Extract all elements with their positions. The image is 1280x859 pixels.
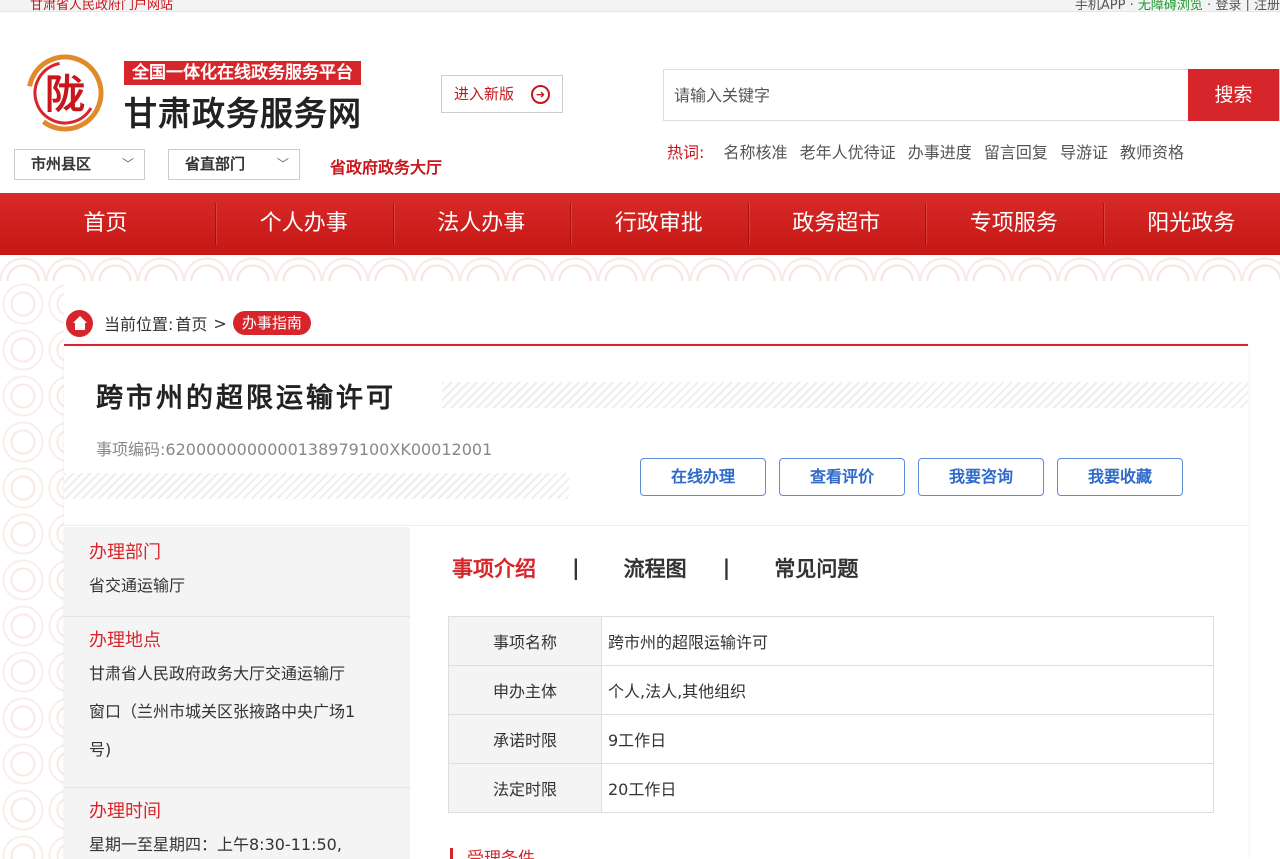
consult-button[interactable]: 我要咨询 bbox=[918, 458, 1044, 496]
government-hall-link[interactable]: 省政府政务大厅 bbox=[330, 154, 442, 178]
view-reviews-button[interactable]: 查看评价 bbox=[779, 458, 905, 496]
portal-link[interactable]: 甘肃省人民政府门户网站 bbox=[30, 0, 173, 11]
breadcrumb: 当前位置: 首页 > 办事指南 bbox=[66, 309, 311, 337]
breadcrumb-home[interactable]: 首页 bbox=[175, 311, 207, 335]
item-actions: 在线办理 查看评价 我要咨询 我要收藏 bbox=[640, 458, 1183, 496]
search-button[interactable]: 搜索 bbox=[1188, 69, 1279, 121]
register-link[interactable]: 注册 bbox=[1254, 0, 1280, 11]
breadcrumb-prefix: 当前位置: bbox=[104, 315, 174, 334]
site-name[interactable]: 甘肃政务服务网 bbox=[124, 87, 362, 135]
hotword-link[interactable]: 名称核准 bbox=[724, 143, 788, 162]
service-guide-card: 跨市州的超限运输许可 事项编码:6200000000000138979100XK… bbox=[64, 344, 1248, 859]
table-value: 9工作日 bbox=[601, 714, 1214, 764]
tab-flowchart[interactable]: 流程图 bbox=[624, 553, 687, 583]
detail-tabs: 事项介绍 | 流程图 | 常见问题 bbox=[452, 553, 858, 583]
nav-gov-supermarket[interactable]: 政务超市 bbox=[747, 193, 926, 255]
hotword-link[interactable]: 老年人优待证 bbox=[800, 143, 896, 162]
nav-admin-approval[interactable]: 行政审批 bbox=[570, 193, 748, 255]
place-block: 办理地点 甘肃省人民政府政务大厅交通运输厅 窗口（兰州市城关区张掖路中央广场1 … bbox=[64, 617, 410, 788]
tab-introduction[interactable]: 事项介绍 bbox=[452, 553, 536, 583]
table-key: 申办主体 bbox=[448, 665, 602, 715]
nav-special-services[interactable]: 专项服务 bbox=[925, 193, 1103, 255]
city-county-label: 市州县区 bbox=[31, 155, 92, 173]
favorite-button[interactable]: 我要收藏 bbox=[1057, 458, 1183, 496]
table-value: 20工作日 bbox=[601, 763, 1214, 813]
provincial-dept-dropdown[interactable]: 省直部门 ﹀ bbox=[168, 149, 300, 180]
city-county-dropdown[interactable]: 市州县区 ﹀ bbox=[14, 149, 145, 180]
dept-value: 省交通运输厅 bbox=[89, 576, 186, 595]
breadcrumb-current: 办事指南 bbox=[232, 311, 311, 335]
item-sidebar: 办理部门 省交通运输厅 办理地点 甘肃省人民政府政务大厅交通运输厅 窗口（兰州市… bbox=[64, 527, 410, 859]
login-link[interactable]: 登录 bbox=[1215, 0, 1241, 11]
nav-home[interactable]: 首页 bbox=[0, 193, 215, 255]
item-title: 跨市州的超限运输许可 bbox=[96, 376, 410, 415]
item-header: 跨市州的超限运输许可 事项编码:6200000000000138979100XK… bbox=[64, 346, 1248, 526]
new-version-label: 进入新版 bbox=[454, 85, 515, 103]
new-version-button[interactable]: 进入新版 ➜ bbox=[441, 75, 563, 113]
tab-separator: | bbox=[572, 556, 580, 580]
time-block: 办理时间 星期一至星期四：上午8:30-11:50, bbox=[64, 788, 410, 859]
decorative-hatch bbox=[442, 382, 1248, 408]
svg-text:陇: 陇 bbox=[45, 71, 85, 118]
table-row: 承诺时限 9工作日 bbox=[448, 714, 1214, 764]
dept-label: 办理部门 bbox=[89, 542, 161, 563]
search-input[interactable] bbox=[664, 70, 1190, 120]
hotwords-label: 热词: bbox=[667, 143, 705, 162]
tab-faq[interactable]: 常见问题 bbox=[774, 553, 858, 583]
provincial-dept-label: 省直部门 bbox=[185, 155, 246, 173]
item-code-value: 6200000000000138979100XK00012001 bbox=[165, 440, 493, 459]
table-value: 个人,法人,其他组织 bbox=[601, 665, 1214, 715]
time-value: 星期一至星期四：上午8:30-11:50, bbox=[89, 835, 342, 854]
hotword-link[interactable]: 办事进度 bbox=[908, 143, 972, 162]
place-label: 办理地点 bbox=[89, 630, 161, 651]
table-key: 法定时限 bbox=[448, 763, 602, 813]
table-row: 申办主体 个人,法人,其他组织 bbox=[448, 665, 1214, 715]
place-line: 号) bbox=[89, 740, 112, 759]
platform-tag: 全国一体化在线政务服务平台 bbox=[124, 61, 361, 85]
table-row: 事项名称 跨市州的超限运输许可 bbox=[448, 616, 1214, 666]
gansu-seal-logo-icon[interactable]: 陇 bbox=[24, 52, 106, 134]
table-key: 事项名称 bbox=[448, 616, 602, 666]
search-box: 搜索 bbox=[663, 69, 1280, 121]
item-code: 事项编码:6200000000000138979100XK00012001 bbox=[96, 436, 492, 460]
chevron-down-icon: ﹀ bbox=[276, 157, 289, 171]
nav-legal-person[interactable]: 法人办事 bbox=[392, 193, 571, 255]
dept-block: 办理部门 省交通运输厅 bbox=[64, 539, 410, 617]
accessibility-link[interactable]: 无障碍浏览 bbox=[1138, 0, 1203, 11]
nav-personal[interactable]: 个人办事 bbox=[215, 193, 393, 255]
top-utility-bar: 甘肃省人民政府门户网站 手机APP · 无障碍浏览 · 登录 | 注册 bbox=[0, 0, 1280, 12]
main-nav: 首页 个人办事 法人办事 行政审批 政务超市 专项服务 阳光政务 bbox=[0, 193, 1280, 255]
app-link[interactable]: 手机APP bbox=[1075, 0, 1126, 11]
table-value: 跨市州的超限运输许可 bbox=[601, 616, 1214, 666]
hotword-link[interactable]: 导游证 bbox=[1060, 143, 1108, 162]
breadcrumb-arrow: > bbox=[213, 313, 227, 333]
hotword-link[interactable]: 教师资格 bbox=[1120, 143, 1184, 162]
place-line: 窗口（兰州市城关区张掖路中央广场1 bbox=[89, 702, 356, 721]
hotword-link[interactable]: 留言回复 bbox=[984, 143, 1048, 162]
nav-open-government[interactable]: 阳光政务 bbox=[1102, 193, 1280, 255]
table-key: 承诺时限 bbox=[448, 714, 602, 764]
online-apply-button[interactable]: 在线办理 bbox=[640, 458, 766, 496]
place-line: 甘肃省人民政府政务大厅交通运输厅 bbox=[89, 664, 346, 683]
chevron-down-icon: ﹀ bbox=[121, 157, 134, 171]
section-heading: 受理条件 bbox=[450, 848, 535, 859]
time-label: 办理时间 bbox=[89, 801, 161, 822]
decorative-hatch bbox=[64, 473, 569, 499]
home-icon[interactable] bbox=[66, 309, 93, 337]
table-row: 法定时限 20工作日 bbox=[448, 763, 1214, 813]
item-info-table: 事项名称 跨市州的超限运输许可 申办主体 个人,法人,其他组织 承诺时限 9工作… bbox=[448, 616, 1214, 813]
arrow-right-circle-icon: ➜ bbox=[531, 85, 550, 104]
tab-separator: | bbox=[722, 556, 731, 580]
item-code-label: 事项编码: bbox=[96, 440, 166, 459]
top-right-links: 手机APP · 无障碍浏览 · 登录 | 注册 bbox=[1074, 0, 1280, 12]
hot-words: 热词: 名称核准 老年人优待证 办事进度 留言回复 导游证 教师资格 bbox=[667, 139, 1191, 163]
